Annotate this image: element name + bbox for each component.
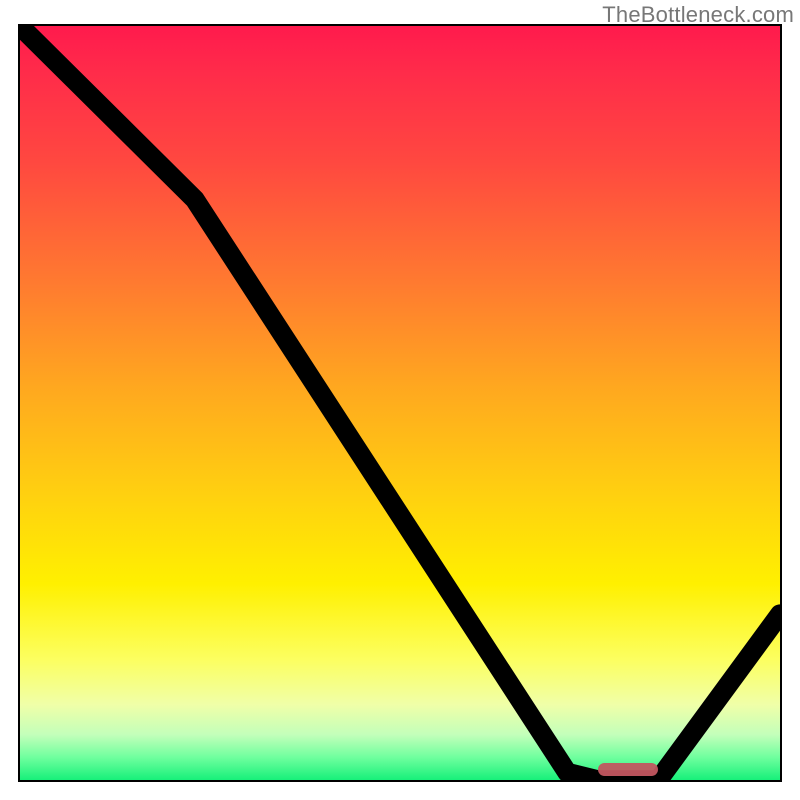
target-zone-marker bbox=[598, 763, 659, 776]
plot-area bbox=[18, 24, 782, 782]
curve-path bbox=[20, 26, 780, 780]
chart-container: TheBottleneck.com bbox=[0, 0, 800, 800]
bottleneck-curve bbox=[20, 26, 780, 780]
